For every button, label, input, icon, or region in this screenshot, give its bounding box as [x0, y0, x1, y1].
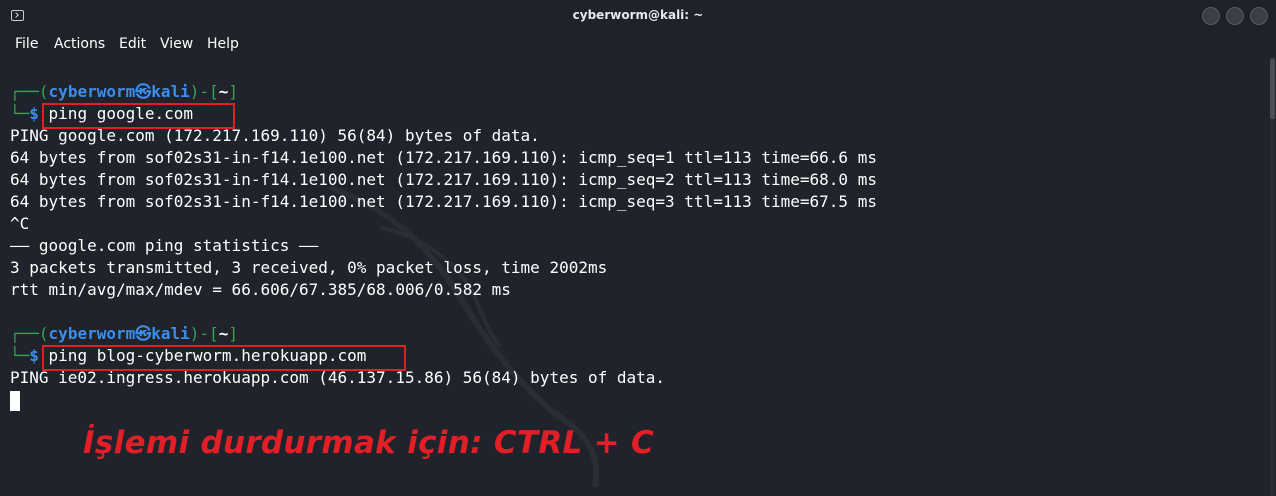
- output-line: rtt min/avg/max/mdev = 66.606/67.385/68.…: [10, 280, 511, 299]
- text-cursor: [10, 391, 20, 411]
- annotation-caption: İşlemi durdurmak için: CTRL + C: [83, 425, 655, 461]
- close-button[interactable]: [1250, 7, 1268, 25]
- minimize-button[interactable]: [1202, 7, 1220, 25]
- menu-bar: File Actions Edit View Help: [0, 33, 1276, 57]
- output-line: 3 packets transmitted, 3 received, 0% pa…: [10, 258, 608, 277]
- output-line: —— google.com ping statistics ——: [10, 236, 319, 255]
- menu-edit[interactable]: Edit: [119, 36, 146, 52]
- output-line: 64 bytes from sof02s31-in-f14.1e100.net …: [10, 192, 877, 211]
- scrollbar-thumb[interactable]: [1270, 59, 1275, 119]
- maximize-button[interactable]: [1226, 7, 1244, 25]
- prompt-line-2: ┌──(cyberworm㉿kali)-[~]: [10, 324, 238, 343]
- menu-help[interactable]: Help: [207, 36, 239, 52]
- title-bar: cyberworm@kali: ~: [0, 0, 1276, 34]
- output-line: 64 bytes from sof02s31-in-f14.1e100.net …: [10, 170, 877, 189]
- menu-file[interactable]: File: [15, 36, 38, 52]
- menu-view[interactable]: View: [160, 36, 193, 52]
- terminal-area[interactable]: ┌──(cyberworm㉿kali)-[~] └─$ ping google.…: [0, 57, 1276, 496]
- window-title: cyberworm@kali: ~: [572, 8, 704, 22]
- output-line: PING google.com (172.217.169.110) 56(84)…: [10, 126, 540, 145]
- scrollbar-track[interactable]: [1270, 57, 1275, 496]
- output-line: 64 bytes from sof02s31-in-f14.1e100.net …: [10, 148, 877, 167]
- prompt-line-1: ┌──(cyberworm㉿kali)-[~]: [10, 82, 238, 101]
- menu-actions[interactable]: Actions: [54, 36, 105, 52]
- output-line: ^C: [10, 214, 30, 233]
- output-line: PING ie02.ingress.herokuapp.com (46.137.…: [10, 368, 666, 387]
